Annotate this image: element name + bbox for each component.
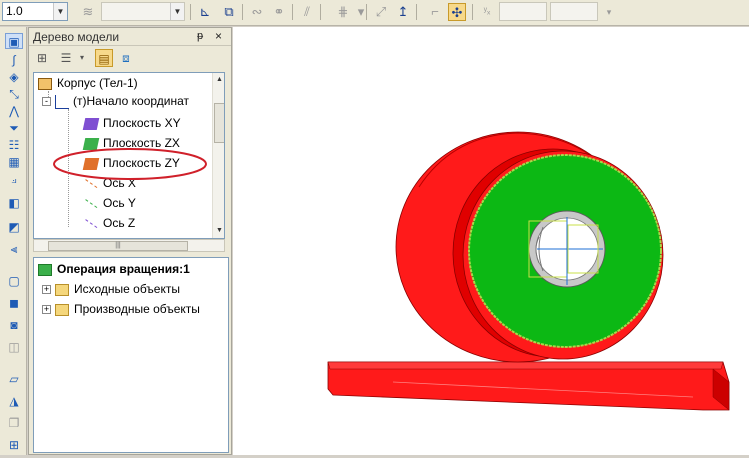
surface-icon[interactable]: ▱	[5, 371, 23, 387]
origin-icon	[55, 94, 69, 109]
tree-item-root[interactable]: Корпус (Тел-1)	[38, 74, 138, 92]
operation-item[interactable]: Операция вращения:1	[38, 260, 190, 278]
panel-toolbar: ⊞ ☰ ▾ ▤ ⧈	[29, 47, 231, 69]
point-icon[interactable]: ◈	[5, 69, 23, 85]
scroll-thumb[interactable]	[214, 103, 224, 143]
hole-icon[interactable]: ◙	[5, 317, 23, 333]
table-icon[interactable]: ▦	[5, 154, 23, 170]
snap-corner-icon[interactable]: ⌐	[426, 3, 444, 21]
model-render	[327, 131, 730, 411]
extrude-icon[interactable]: ◧	[5, 195, 23, 211]
grid-dropdown-icon[interactable]: ▾	[352, 3, 370, 21]
operation-title: Операция вращения:1	[57, 262, 190, 276]
tree-structure-icon[interactable]: ⊞	[33, 49, 51, 67]
close-icon[interactable]: ×	[215, 29, 222, 43]
revolve-icon[interactable]: ◩	[5, 219, 23, 235]
operation-child-derived[interactable]: + Производные объекты	[42, 300, 200, 318]
panel-title: Дерево модели	[33, 30, 120, 44]
copy-icon[interactable]: ❐	[5, 415, 23, 431]
mesh-icon[interactable]: ⊞	[5, 437, 23, 453]
axis-icon	[84, 198, 98, 209]
solid-icon[interactable]: ◼	[5, 295, 23, 311]
operation-child-label: Производные объекты	[74, 302, 200, 316]
collapse-icon[interactable]: -	[42, 97, 51, 107]
bend-icon[interactable]: ⟓	[5, 171, 23, 187]
expand-icon[interactable]: +	[42, 305, 51, 315]
chamfer-icon[interactable]: ◮	[5, 393, 23, 409]
layers-icon[interactable]: ≋	[79, 3, 97, 21]
tree-item-axis-z[interactable]: Ось Z	[84, 214, 135, 232]
tree-item-plane-xy[interactable]: Плоскость XY	[82, 114, 181, 132]
operation-child-source[interactable]: + Исходные объекты	[42, 280, 180, 298]
frame-icon[interactable]: ⊾	[196, 3, 214, 21]
tree-item-axis-y[interactable]: Ось Y	[84, 194, 136, 212]
revolve-op-icon	[38, 263, 52, 276]
shell-icon[interactable]: ▢	[5, 273, 23, 289]
highlight-ellipse	[53, 148, 207, 180]
panel-header: Дерево модели ᵽ ×	[29, 28, 231, 46]
line-scale-combo[interactable]: 1.0 ▼	[2, 2, 68, 21]
array-icon[interactable]: ⫷	[5, 241, 23, 257]
scroll-down-icon[interactable]: ▼	[214, 225, 224, 237]
spec-icon[interactable]: ☷	[5, 137, 23, 153]
chain-icon[interactable]: ⚭	[270, 3, 288, 21]
tree-root-label: Корпус (Тел-1)	[57, 76, 138, 90]
folder-icon	[55, 283, 69, 296]
scroll-up-icon[interactable]: ▲	[214, 74, 224, 86]
operation-child-label: Исходные объекты	[74, 282, 180, 296]
axis-icon	[84, 218, 98, 229]
angle-icon[interactable]: ⋀	[5, 103, 23, 119]
pin-icon[interactable]: ᵽ	[197, 30, 203, 42]
style-combo[interactable]: ▼	[101, 2, 185, 21]
local-cs-icon[interactable]: ⤢	[372, 3, 390, 21]
rotate-view-icon[interactable]: ⧉	[220, 3, 238, 21]
split-view-icon[interactable]: ▤	[95, 49, 113, 67]
model-tree-panel: Дерево модели ᵽ × ⊞ ☰ ▾ ▤ ⧈ Корпус (Тел-…	[28, 27, 232, 455]
filter-icon[interactable]: ⏷	[5, 120, 23, 136]
model-viewport[interactable]	[233, 27, 749, 455]
tree-vscroll[interactable]: ▲ ▼	[212, 73, 224, 238]
tree-item-label: Ось Y	[103, 196, 136, 210]
tree-item-origin[interactable]: - (т)Начало координат	[42, 92, 189, 110]
snap-active-icon[interactable]: ✣	[448, 3, 466, 21]
dimension-icon[interactable]: ⤡	[5, 86, 23, 102]
tree-item-label: Ось Z	[103, 216, 136, 230]
curve-icon[interactable]: ∫	[5, 52, 23, 68]
coord-y-field[interactable]	[550, 2, 598, 21]
operation-tree[interactable]: Операция вращения:1 + Исходные объекты + П…	[33, 257, 229, 453]
export-icon[interactable]: ⧈	[117, 49, 135, 67]
part-icon	[38, 77, 52, 90]
ortho-icon[interactable]: ↥	[394, 3, 412, 21]
grid-icon[interactable]: ⋕	[334, 3, 352, 21]
coord-x-field[interactable]	[499, 2, 547, 21]
chevron-down-icon[interactable]: ▼	[170, 3, 184, 20]
tool-strip: ▣ ∫ ◈ ⤡ ⋀ ⏷ ☷ ▦ ⟓ ◧ ◩ ⫷ ▢ ◼ ◙ ◫ ▱ ◮ ❐ ⊞	[0, 27, 27, 455]
plane-icon	[82, 117, 100, 130]
folder-icon	[55, 303, 69, 316]
cube-icon[interactable]: ▣	[5, 33, 23, 49]
chevron-down-icon[interactable]: ▾	[73, 49, 91, 67]
tree-hscroll[interactable]: |||	[33, 239, 225, 252]
link-icon[interactable]: ∾	[248, 3, 266, 21]
chevron-down-icon[interactable]: ▼	[53, 3, 67, 20]
expand-icon[interactable]: +	[42, 285, 51, 295]
tree-view[interactable]: Корпус (Тел-1) - (т)Начало координат Плос…	[33, 72, 225, 239]
toolbar-overflow-icon[interactable]: ▾	[600, 3, 618, 21]
tree-origin-label: (т)Начало координат	[73, 94, 190, 108]
hscroll-thumb[interactable]: |||	[48, 241, 188, 251]
fillet-icon[interactable]: ◫	[5, 339, 23, 355]
line-scale-value: 1.0	[6, 4, 23, 18]
top-toolbar: 1.0 ▼ ≋ ▼ ⊾ ⧉ ∾ ⚭ ⫽ ⋕ ▾ ⤢ ↥ ⌐ ✣ ʸₓ ▾	[0, 0, 749, 26]
knife-icon[interactable]: ⫽	[298, 3, 316, 21]
tree-item-label: Плоскость XY	[103, 116, 181, 130]
coord-xy-icon[interactable]: ʸₓ	[478, 3, 496, 21]
